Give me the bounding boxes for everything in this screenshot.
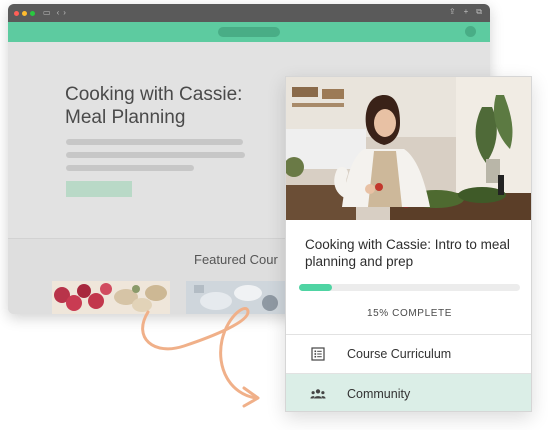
featured-courses-heading: Featured Cour [194,252,278,267]
course-title-line-1: Cooking with Cassie: [65,84,243,105]
address-bar[interactable] [218,27,280,37]
course-title: Cooking with Cassie: Intro to meal plann… [305,237,510,269]
community-link[interactable]: Community [286,373,531,411]
course-hero-image [286,77,531,220]
browser-title-bar: ▭ ‹ › ⇪ + ⧉ [8,4,490,22]
tabs-icon[interactable]: ⧉ [476,8,482,16]
forward-icon[interactable]: › [63,9,66,17]
text-placeholder-line [66,152,245,158]
site-header-bar [8,22,490,42]
progress-bar-fill [299,284,333,291]
sidebar-icon[interactable]: ▭ [43,9,51,17]
maximize-window-dot[interactable] [30,10,35,16]
text-placeholder-line [66,165,194,171]
course-thumbnail-table[interactable] [186,281,292,314]
course-curriculum-label: Course Curriculum [347,347,452,361]
people-icon [310,386,326,402]
new-tab-icon[interactable]: + [464,8,469,16]
progress-label: 15% COMPLETE [366,308,452,319]
text-placeholder-line [66,139,243,145]
share-icon[interactable]: ⇪ [449,8,456,16]
course-thumbnail-berries[interactable] [52,281,170,314]
course-curriculum-link[interactable]: Course Curriculum [286,334,531,373]
minimize-window-dot[interactable] [22,10,27,16]
back-icon[interactable]: ‹ [57,9,60,17]
course-card: Cooking with Cassie: Intro to meal plann… [285,76,532,412]
avatar[interactable] [465,26,476,37]
course-title-line-2: Meal Planning [65,107,186,128]
background-course-title: Cooking with Cassie: Meal Planning [65,83,242,129]
progress-bar [299,284,520,291]
window-controls [14,10,35,16]
close-window-dot[interactable] [14,10,19,16]
list-icon [310,346,326,362]
community-label: Community [347,386,411,401]
cta-button-placeholder[interactable] [66,181,132,197]
